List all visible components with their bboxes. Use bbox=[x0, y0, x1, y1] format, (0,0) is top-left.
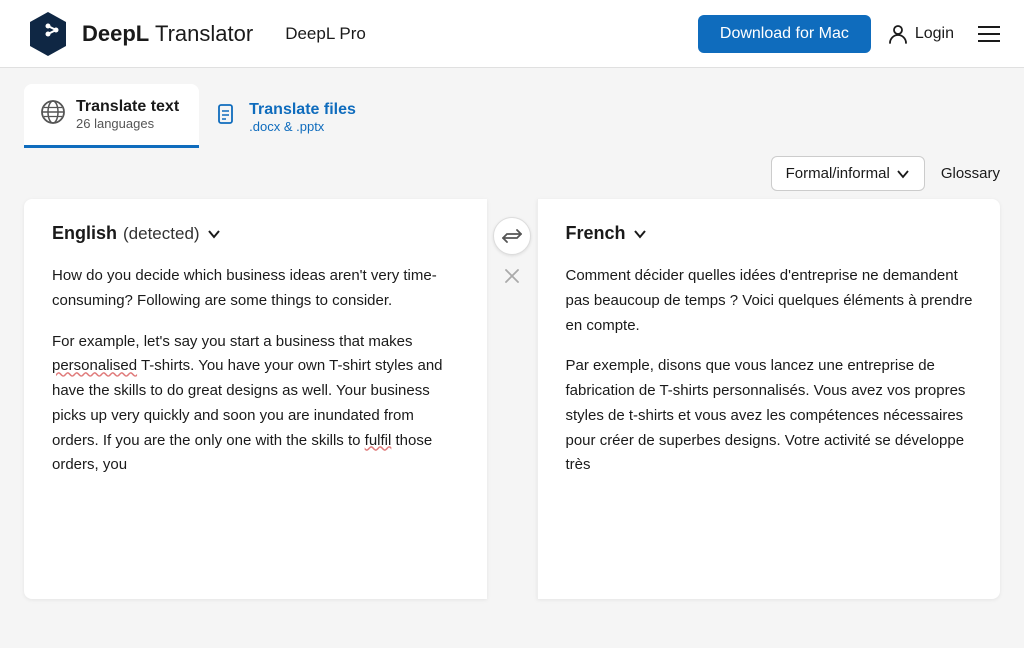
source-detected-label: (detected) bbox=[123, 224, 200, 244]
tab-translate-text[interactable]: Translate text 26 languages bbox=[24, 84, 199, 148]
tab-files-label: Translate files .docx & .pptx bbox=[249, 101, 356, 134]
glossary-button[interactable]: Glossary bbox=[941, 165, 1000, 182]
header-right: Download for Mac Login bbox=[698, 15, 1000, 53]
clear-text-button[interactable] bbox=[503, 267, 521, 291]
nav-deepl-pro[interactable]: DeepL Pro bbox=[285, 24, 366, 44]
target-panel: French Comment décider quelles idées d'e… bbox=[537, 199, 1001, 599]
login-label: Login bbox=[915, 25, 954, 43]
menu-line1 bbox=[978, 26, 1000, 28]
logo-text: DeepL Translator bbox=[82, 21, 253, 47]
tab-text-sub: 26 languages bbox=[76, 116, 179, 131]
logo-area[interactable]: DeepL Translator bbox=[24, 10, 253, 58]
source-lang-chevron-icon bbox=[206, 226, 222, 242]
login-area[interactable]: Login bbox=[887, 23, 954, 45]
target-para2: Par exemple, disons que vous lancez une … bbox=[566, 354, 977, 478]
swap-icon bbox=[502, 226, 522, 246]
target-para1: Comment décider quelles idées d'entrepri… bbox=[566, 264, 977, 338]
globe-icon bbox=[40, 99, 66, 131]
swap-languages-button[interactable] bbox=[493, 217, 531, 255]
download-button[interactable]: Download for Mac bbox=[698, 15, 871, 53]
tab-text-label: Translate text 26 languages bbox=[76, 98, 179, 131]
deepl-logo-icon bbox=[24, 10, 72, 58]
tab-text-title: Translate text bbox=[76, 98, 179, 116]
translator-area: English (detected) How do you decide whi… bbox=[0, 199, 1024, 623]
target-language-selector[interactable]: French bbox=[566, 223, 977, 244]
source-panel: English (detected) How do you decide whi… bbox=[24, 199, 487, 599]
person-icon bbox=[887, 23, 909, 45]
formal-informal-button[interactable]: Formal/informal bbox=[771, 156, 925, 191]
tab-translate-files[interactable]: Translate files .docx & .pptx bbox=[199, 87, 376, 148]
close-icon bbox=[503, 267, 521, 285]
chevron-down-icon bbox=[896, 167, 910, 181]
source-lang-name: English bbox=[52, 223, 117, 244]
tab-files-sub: .docx & .pptx bbox=[249, 119, 356, 134]
spell-check-word2: fulfil bbox=[365, 432, 392, 449]
spell-check-word: personalised bbox=[52, 357, 137, 374]
menu-line2 bbox=[978, 33, 1000, 35]
target-lang-name: French bbox=[566, 223, 626, 244]
swap-area bbox=[487, 199, 537, 599]
target-text: Comment décider quelles idées d'entrepri… bbox=[566, 264, 977, 478]
source-text[interactable]: How do you decide which business ideas a… bbox=[52, 264, 463, 478]
menu-line3 bbox=[978, 40, 1000, 42]
options-row: Formal/informal Glossary bbox=[0, 148, 1024, 199]
source-para2: For example, let's say you start a busin… bbox=[52, 330, 463, 479]
source-para1: How do you decide which business ideas a… bbox=[52, 264, 463, 314]
tabs-row: Translate text 26 languages Translate fi… bbox=[0, 68, 1024, 148]
formal-label: Formal/informal bbox=[786, 165, 890, 182]
menu-button[interactable] bbox=[978, 26, 1000, 42]
source-language-selector[interactable]: English (detected) bbox=[52, 223, 463, 244]
target-lang-chevron-icon bbox=[632, 226, 648, 242]
header: DeepL Translator DeepL Pro Download for … bbox=[0, 0, 1024, 68]
file-icon bbox=[215, 103, 239, 133]
tab-files-title: Translate files bbox=[249, 101, 356, 119]
